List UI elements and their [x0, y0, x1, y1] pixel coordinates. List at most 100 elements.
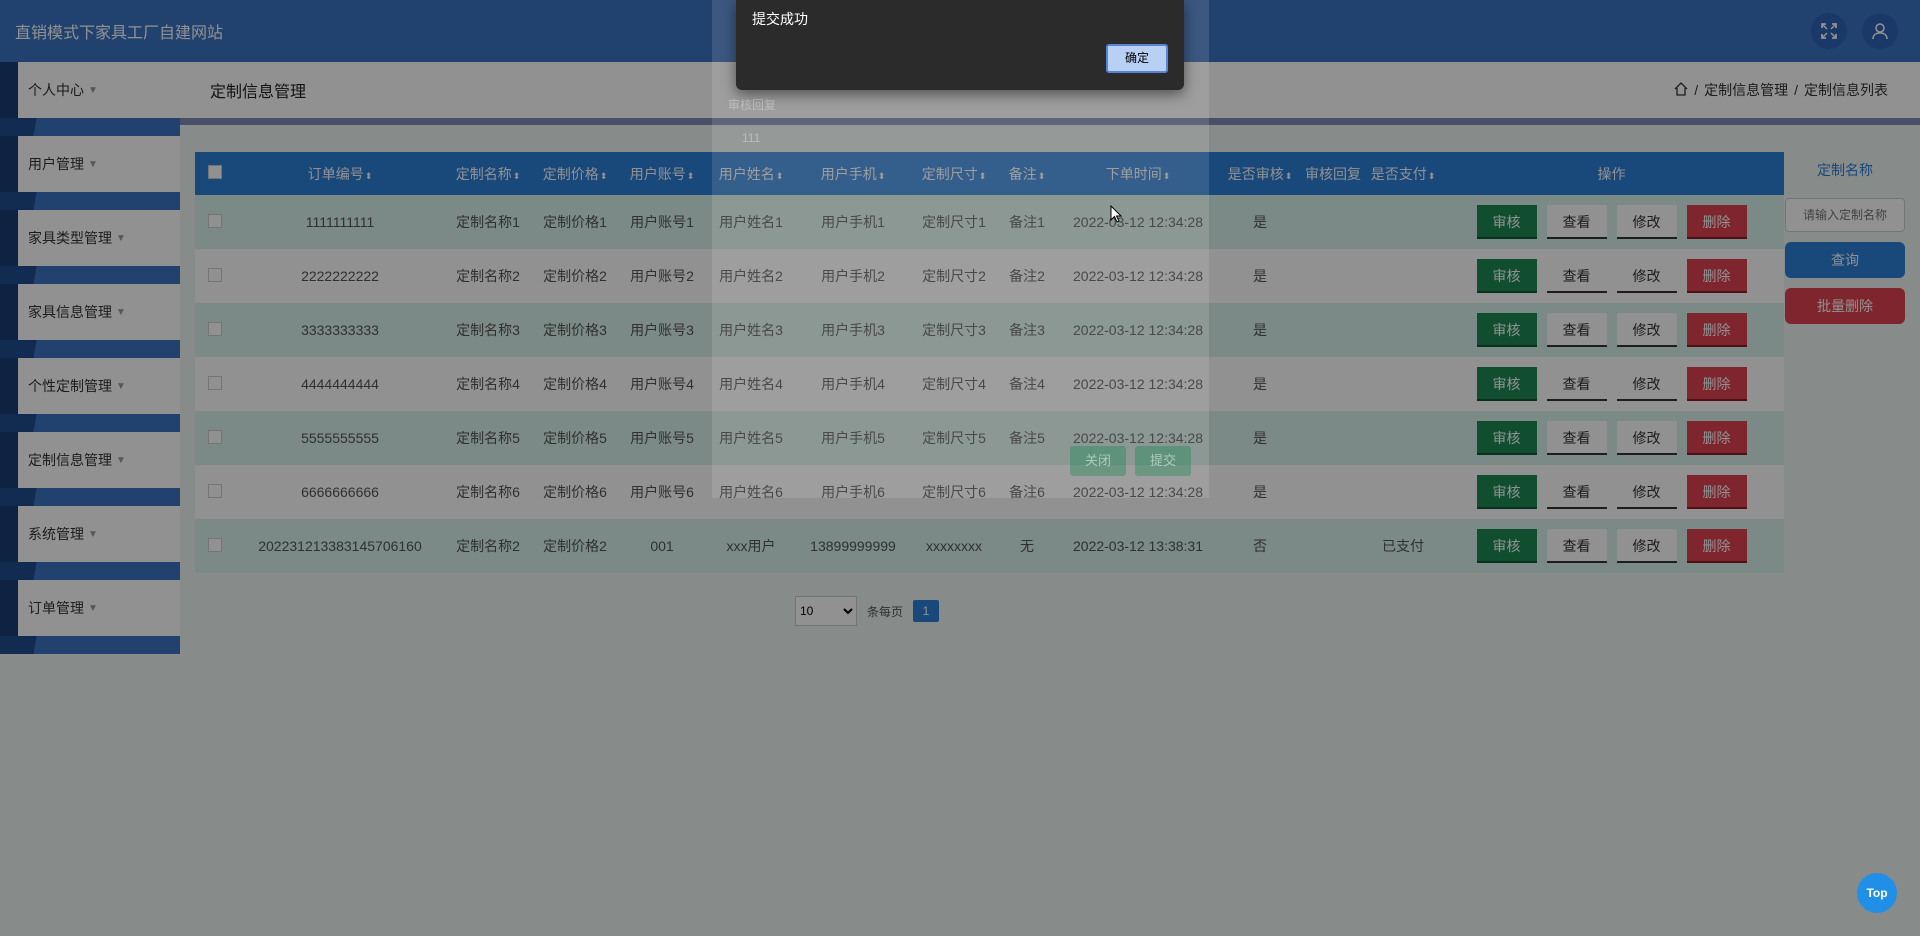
home-icon[interactable] [1674, 81, 1688, 99]
edit-button[interactable]: 修改 [1616, 529, 1677, 563]
row-checkbox[interactable] [208, 537, 222, 552]
delete-button[interactable]: 删除 [1686, 259, 1747, 293]
audit-button[interactable]: 审核 [1476, 259, 1537, 293]
col-paid[interactable]: 是否支付⬍ [1367, 152, 1439, 195]
audit-button[interactable]: 审核 [1476, 367, 1537, 401]
edit-button[interactable]: 修改 [1616, 367, 1677, 401]
delete-button[interactable]: 删除 [1686, 475, 1747, 509]
sidebar-item-customization[interactable]: 个性定制管理 ▼ [0, 358, 180, 432]
view-button[interactable]: 查看 [1546, 367, 1607, 401]
cell-reply [1299, 195, 1367, 249]
view-button[interactable]: 查看 [1546, 259, 1607, 293]
delete-button[interactable]: 删除 [1686, 529, 1747, 563]
chevron-down-icon: ▼ [116, 306, 126, 318]
cell-account: 用户账号5 [630, 430, 694, 446]
cell-audited: 是 [1253, 268, 1267, 284]
edit-button[interactable]: 修改 [1616, 205, 1677, 239]
sort-icon: ⬍ [686, 170, 695, 181]
view-button[interactable]: 查看 [1546, 421, 1607, 455]
cell-size: xxxxxxxx [926, 538, 982, 554]
cell-name: 定制名称1 [456, 214, 520, 230]
audit-button[interactable]: 审核 [1476, 529, 1537, 563]
cell-name: 定制名称2 [456, 538, 520, 554]
edit-button[interactable]: 修改 [1616, 475, 1677, 509]
page-button[interactable]: 1 [913, 600, 940, 622]
breadcrumb: / 定制信息管理 / 定制信息列表 [1674, 80, 1888, 100]
select-all-checkbox[interactable] [208, 165, 222, 179]
edit-button[interactable]: 修改 [1616, 313, 1677, 347]
alert-dialog: 提交成功 确定 [736, 0, 1184, 90]
sidebar-item-system[interactable]: 系统管理 ▼ [0, 506, 180, 580]
col-audited[interactable]: 是否审核⬍ [1221, 152, 1299, 195]
sidebar-item-orders[interactable]: 订单管理 ▼ [0, 580, 180, 654]
user-icon[interactable] [1862, 13, 1898, 49]
view-button[interactable]: 查看 [1546, 529, 1607, 563]
back-to-top-button[interactable]: Top [1857, 873, 1897, 913]
cell-price: 定制价格2 [543, 538, 607, 554]
view-button[interactable]: 查看 [1546, 313, 1607, 347]
cell-order-no: 1111111111 [305, 214, 375, 230]
audit-button[interactable]: 审核 [1476, 421, 1537, 455]
sidebar-item-furniture-type[interactable]: 家具类型管理 ▼ [0, 210, 180, 284]
sidebar-item-label: 家具信息管理 [28, 304, 112, 320]
cell-name: 定制名称5 [456, 430, 520, 446]
audit-button[interactable]: 审核 [1476, 475, 1537, 509]
col-price[interactable]: 定制价格⬍ [531, 152, 619, 195]
cell-account: 用户账号4 [630, 376, 694, 392]
search-label: 定制名称 [1817, 162, 1873, 178]
cell-order-no: 5555555555 [301, 430, 379, 446]
alert-ok-button[interactable]: 确定 [1106, 44, 1168, 73]
query-button[interactable]: 查询 [1785, 242, 1905, 278]
cell-order-no: 3333333333 [301, 322, 379, 338]
audit-button[interactable]: 审核 [1476, 205, 1537, 239]
cell-reply [1299, 357, 1367, 411]
mouse-cursor-icon [1110, 205, 1122, 223]
cell-order-no: 2222222222 [301, 268, 379, 284]
edit-button[interactable]: 修改 [1616, 259, 1677, 293]
batch-delete-button[interactable]: 批量删除 [1785, 288, 1905, 324]
view-button[interactable]: 查看 [1546, 475, 1607, 509]
page-size-select[interactable]: 10 [795, 596, 857, 626]
col-account[interactable]: 用户账号⬍ [619, 152, 705, 195]
delete-button[interactable]: 删除 [1686, 313, 1747, 347]
cell-paid [1367, 303, 1439, 357]
cell-paid [1367, 357, 1439, 411]
search-input[interactable] [1785, 198, 1905, 232]
sidebar-item-custom-info[interactable]: 定制信息管理 ▼ [0, 432, 180, 506]
sort-icon: ⬍ [599, 170, 608, 181]
audit-button[interactable]: 审核 [1476, 313, 1537, 347]
chevron-down-icon: ▼ [88, 158, 98, 170]
edit-button[interactable]: 修改 [1616, 421, 1677, 455]
cell-reply [1299, 249, 1367, 303]
col-name[interactable]: 定制名称⬍ [445, 152, 531, 195]
row-checkbox[interactable] [208, 429, 222, 444]
breadcrumb-item[interactable]: 定制信息管理 [1704, 80, 1788, 100]
fullscreen-icon[interactable] [1811, 13, 1847, 49]
cell-price: 定制价格2 [543, 268, 607, 284]
cell-reply [1299, 303, 1367, 357]
delete-button[interactable]: 删除 [1686, 421, 1747, 455]
cell-time: 2022-03-12 13:38:31 [1073, 538, 1203, 554]
cell-name: 定制名称4 [456, 376, 520, 392]
row-checkbox[interactable] [208, 267, 222, 282]
sidebar-item-label: 家具类型管理 [28, 230, 112, 246]
row-checkbox[interactable] [208, 213, 222, 228]
sidebar-item-personal-center[interactable]: 个人中心 ▼ [0, 62, 180, 136]
sidebar-item-furniture-info[interactable]: 家具信息管理 ▼ [0, 284, 180, 358]
col-order-no[interactable]: 订单编号⬍ [235, 152, 445, 195]
delete-button[interactable]: 删除 [1686, 367, 1747, 401]
cell-audited: 是 [1253, 376, 1267, 392]
view-button[interactable]: 查看 [1546, 205, 1607, 239]
submit-button[interactable]: 提交 [1135, 446, 1191, 476]
cell-note: 无 [1020, 538, 1034, 554]
close-button[interactable]: 关闭 [1070, 446, 1126, 476]
cell-reply [1299, 411, 1367, 465]
delete-button[interactable]: 删除 [1686, 205, 1747, 239]
row-checkbox[interactable] [208, 321, 222, 336]
row-checkbox[interactable] [208, 483, 222, 498]
sidebar: 个人中心 ▼ 用户管理 ▼ 家具类型管理 ▼ 家具信息管理 ▼ 个性定制管理 ▼ 定制信息… [0, 62, 180, 654]
row-checkbox[interactable] [208, 375, 222, 390]
sidebar-item-users[interactable]: 用户管理 ▼ [0, 136, 180, 210]
page-title: 定制信息管理 [210, 84, 307, 101]
cell-price: 定制价格3 [543, 322, 607, 338]
